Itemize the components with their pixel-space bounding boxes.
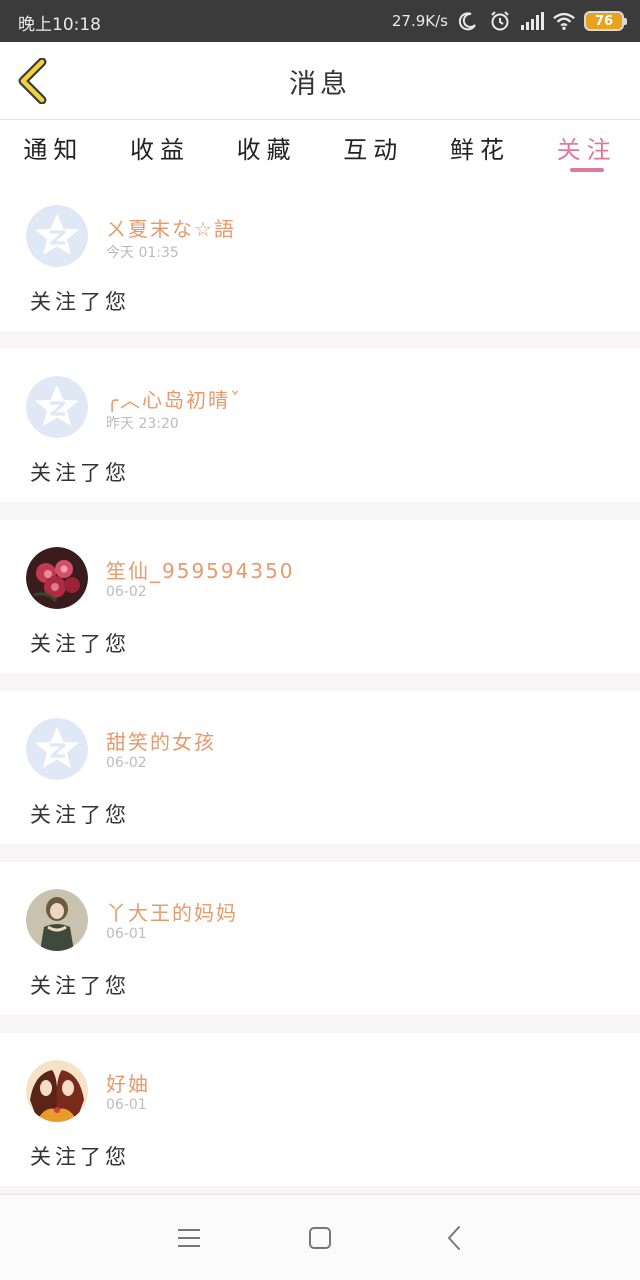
avatar[interactable]: [26, 547, 88, 609]
timestamp: 06-02: [106, 755, 147, 771]
status-icons: 27.9K/s 76: [391, 8, 627, 34]
tab-follow[interactable]: 关注: [533, 120, 640, 178]
list-item[interactable]: 甜笑的女孩 06-02 关注了您: [0, 691, 640, 844]
signal-icon: [520, 9, 544, 33]
follow-list: ㄨ夏末な☆語 今天 01:35 关注了您 ╭︿心岛初晴ˇ 昨天 23:20 关注…: [0, 178, 640, 1204]
message-text: 关注了您: [30, 632, 130, 656]
message-text: 关注了您: [30, 290, 130, 314]
timestamp: 昨天 23:20: [106, 416, 179, 432]
user-name[interactable]: 甜笑的女孩: [106, 726, 216, 755]
timestamp: 06-02: [106, 584, 147, 600]
avatar[interactable]: [26, 718, 88, 780]
home-button[interactable]: [305, 1223, 335, 1253]
message-text: 关注了您: [30, 1145, 130, 1169]
back-nav-button[interactable]: [440, 1223, 470, 1253]
user-name[interactable]: ㄨ夏末な☆語: [106, 213, 236, 242]
status-time: 晚上10:18: [18, 15, 101, 35]
list-item[interactable]: 笙仙_959594350 06-02 关注了您: [0, 520, 640, 673]
anime-photo-icon: [26, 1060, 88, 1122]
timestamp: 06-01: [106, 926, 147, 942]
list-item[interactable]: 丫大王的妈妈 06-01 关注了您: [0, 862, 640, 1015]
tab-favorites[interactable]: 收藏: [213, 120, 320, 178]
timestamp: 今天 01:35: [106, 245, 179, 261]
moon-icon: [456, 9, 480, 33]
user-name[interactable]: 丫大王的妈妈: [106, 897, 238, 926]
avatar[interactable]: [26, 205, 88, 267]
wifi-icon: [552, 9, 576, 33]
qzone-star-icon: [26, 376, 88, 438]
user-name[interactable]: 笙仙_959594350: [106, 555, 295, 584]
timestamp: 06-01: [106, 1097, 147, 1113]
tab-earnings[interactable]: 收益: [107, 120, 214, 178]
tab-notification[interactable]: 通知: [0, 120, 107, 178]
list-item[interactable]: ╭︿心岛初晴ˇ 昨天 23:20 关注了您: [0, 349, 640, 502]
system-nav-bar: [0, 1194, 640, 1280]
avatar[interactable]: [26, 1060, 88, 1122]
alarm-icon: [488, 9, 512, 33]
qzone-star-icon: [26, 718, 88, 780]
tab-interaction[interactable]: 互动: [320, 120, 427, 178]
message-text: 关注了您: [30, 974, 130, 998]
list-item[interactable]: ㄨ夏末な☆語 今天 01:35 关注了您: [0, 178, 640, 331]
back-triangle-icon: [448, 1226, 460, 1250]
tab-bar: 通知 收益 收藏 互动 鲜花 关注: [0, 120, 640, 178]
header-bar: 消息: [0, 42, 640, 120]
menu-icon: [178, 1229, 200, 1247]
user-name[interactable]: ╭︿心岛初晴ˇ: [106, 384, 242, 413]
user-name[interactable]: 好妯: [106, 1068, 150, 1097]
avatar[interactable]: [26, 376, 88, 438]
list-item[interactable]: 好妯 06-01 关注了您: [0, 1033, 640, 1186]
message-text: 关注了您: [30, 461, 130, 485]
menu-button[interactable]: [174, 1223, 204, 1253]
flowers-photo-icon: [26, 547, 88, 609]
net-speed: 27.9K/s: [391, 12, 448, 30]
status-bar: 晚上10:18 27.9K/s 76: [0, 0, 640, 42]
battery-icon: 76: [584, 11, 627, 31]
qzone-star-icon: [26, 205, 88, 267]
avatar[interactable]: [26, 889, 88, 951]
home-square-icon: [309, 1227, 331, 1249]
girl-photo-icon: [26, 889, 88, 951]
page-title: 消息: [289, 69, 351, 100]
message-text: 关注了您: [30, 803, 130, 827]
tab-flowers[interactable]: 鲜花: [427, 120, 534, 178]
